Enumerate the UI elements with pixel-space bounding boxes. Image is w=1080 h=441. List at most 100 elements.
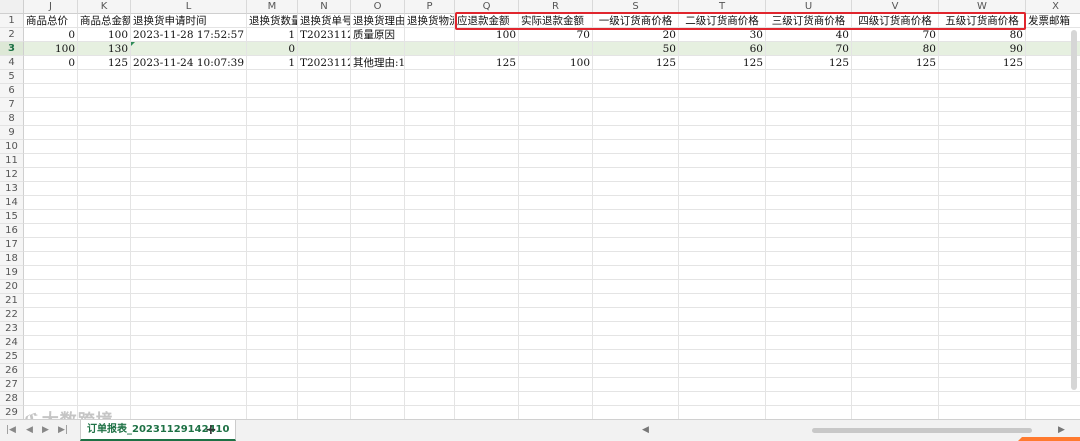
empty-cell[interactable] bbox=[405, 98, 455, 112]
empty-cell[interactable] bbox=[939, 224, 1026, 238]
row-header-25[interactable]: 25 bbox=[0, 350, 24, 364]
empty-cell[interactable] bbox=[24, 364, 78, 378]
empty-cell[interactable] bbox=[24, 182, 78, 196]
empty-cell[interactable] bbox=[766, 280, 852, 294]
table-cell[interactable]: T202311241 bbox=[298, 56, 351, 70]
empty-cell[interactable] bbox=[939, 196, 1026, 210]
row-header-17[interactable]: 17 bbox=[0, 238, 24, 252]
empty-cell[interactable] bbox=[519, 252, 593, 266]
empty-cell[interactable] bbox=[131, 140, 247, 154]
empty-cell[interactable] bbox=[405, 70, 455, 84]
table-cell[interactable] bbox=[455, 42, 519, 56]
empty-cell[interactable] bbox=[852, 238, 939, 252]
empty-cell[interactable] bbox=[247, 126, 298, 140]
empty-cell[interactable] bbox=[679, 294, 766, 308]
empty-cell[interactable] bbox=[939, 294, 1026, 308]
row-header-22[interactable]: 22 bbox=[0, 308, 24, 322]
empty-cell[interactable] bbox=[247, 196, 298, 210]
row-header-18[interactable]: 18 bbox=[0, 252, 24, 266]
empty-cell[interactable] bbox=[519, 126, 593, 140]
empty-cell[interactable] bbox=[679, 406, 766, 419]
empty-cell[interactable] bbox=[766, 224, 852, 238]
empty-cell[interactable] bbox=[405, 126, 455, 140]
header-cell[interactable]: 退换货单号 bbox=[298, 14, 351, 28]
table-cell[interactable]: 125 bbox=[939, 56, 1026, 70]
empty-cell[interactable] bbox=[593, 364, 679, 378]
header-cell[interactable]: 退换货申请时间 bbox=[131, 14, 247, 28]
empty-cell[interactable] bbox=[679, 98, 766, 112]
empty-cell[interactable] bbox=[78, 196, 131, 210]
empty-cell[interactable] bbox=[593, 406, 679, 419]
empty-cell[interactable] bbox=[939, 154, 1026, 168]
table-cell[interactable]: 50 bbox=[593, 42, 679, 56]
empty-cell[interactable] bbox=[766, 392, 852, 406]
row-header-29[interactable]: 29 bbox=[0, 406, 24, 419]
empty-cell[interactable] bbox=[78, 238, 131, 252]
scroll-right-icon[interactable]: ▶ bbox=[1058, 425, 1065, 435]
empty-cell[interactable] bbox=[593, 280, 679, 294]
empty-cell[interactable] bbox=[593, 266, 679, 280]
empty-cell[interactable] bbox=[519, 266, 593, 280]
empty-cell[interactable] bbox=[519, 280, 593, 294]
empty-cell[interactable] bbox=[78, 84, 131, 98]
empty-cell[interactable] bbox=[766, 182, 852, 196]
empty-cell[interactable] bbox=[679, 308, 766, 322]
empty-cell[interactable] bbox=[939, 210, 1026, 224]
empty-cell[interactable] bbox=[593, 378, 679, 392]
empty-cell[interactable] bbox=[519, 238, 593, 252]
empty-cell[interactable] bbox=[351, 392, 405, 406]
empty-cell[interactable] bbox=[78, 252, 131, 266]
empty-cell[interactable] bbox=[78, 336, 131, 350]
empty-cell[interactable] bbox=[766, 196, 852, 210]
empty-cell[interactable] bbox=[351, 252, 405, 266]
empty-cell[interactable] bbox=[298, 182, 351, 196]
empty-cell[interactable] bbox=[766, 308, 852, 322]
empty-cell[interactable] bbox=[593, 196, 679, 210]
empty-cell[interactable] bbox=[405, 378, 455, 392]
empty-cell[interactable] bbox=[298, 84, 351, 98]
empty-cell[interactable] bbox=[679, 280, 766, 294]
empty-cell[interactable] bbox=[679, 266, 766, 280]
empty-cell[interactable] bbox=[78, 322, 131, 336]
table-cell[interactable] bbox=[405, 28, 455, 42]
empty-cell[interactable] bbox=[766, 322, 852, 336]
empty-cell[interactable] bbox=[247, 378, 298, 392]
empty-cell[interactable] bbox=[939, 252, 1026, 266]
empty-cell[interactable] bbox=[519, 294, 593, 308]
empty-cell[interactable] bbox=[131, 252, 247, 266]
empty-cell[interactable] bbox=[247, 266, 298, 280]
empty-cell[interactable] bbox=[78, 126, 131, 140]
empty-cell[interactable] bbox=[852, 350, 939, 364]
empty-cell[interactable] bbox=[131, 364, 247, 378]
empty-cell[interactable] bbox=[351, 196, 405, 210]
empty-cell[interactable] bbox=[24, 350, 78, 364]
table-cell[interactable]: T202311281 bbox=[298, 28, 351, 42]
header-cell[interactable]: 退换货理由 bbox=[351, 14, 405, 28]
empty-cell[interactable] bbox=[131, 308, 247, 322]
empty-cell[interactable] bbox=[939, 406, 1026, 419]
row-header-20[interactable]: 20 bbox=[0, 280, 24, 294]
empty-cell[interactable] bbox=[939, 266, 1026, 280]
empty-cell[interactable] bbox=[1026, 406, 1080, 419]
empty-cell[interactable] bbox=[78, 210, 131, 224]
horizontal-scrollbar[interactable] bbox=[812, 428, 1032, 433]
empty-cell[interactable] bbox=[852, 70, 939, 84]
row-header-26[interactable]: 26 bbox=[0, 364, 24, 378]
table-cell[interactable]: 125 bbox=[852, 56, 939, 70]
empty-cell[interactable] bbox=[298, 336, 351, 350]
empty-cell[interactable] bbox=[593, 84, 679, 98]
empty-cell[interactable] bbox=[351, 224, 405, 238]
empty-cell[interactable] bbox=[78, 112, 131, 126]
empty-cell[interactable] bbox=[679, 140, 766, 154]
empty-cell[interactable] bbox=[298, 210, 351, 224]
empty-cell[interactable] bbox=[593, 168, 679, 182]
empty-cell[interactable] bbox=[519, 308, 593, 322]
row-header-19[interactable]: 19 bbox=[0, 266, 24, 280]
header-cell[interactable]: 商品总金额 bbox=[78, 14, 131, 28]
empty-cell[interactable] bbox=[24, 210, 78, 224]
row-header-23[interactable]: 23 bbox=[0, 322, 24, 336]
empty-cell[interactable] bbox=[131, 98, 247, 112]
empty-cell[interactable] bbox=[298, 126, 351, 140]
empty-cell[interactable] bbox=[405, 350, 455, 364]
empty-cell[interactable] bbox=[131, 336, 247, 350]
